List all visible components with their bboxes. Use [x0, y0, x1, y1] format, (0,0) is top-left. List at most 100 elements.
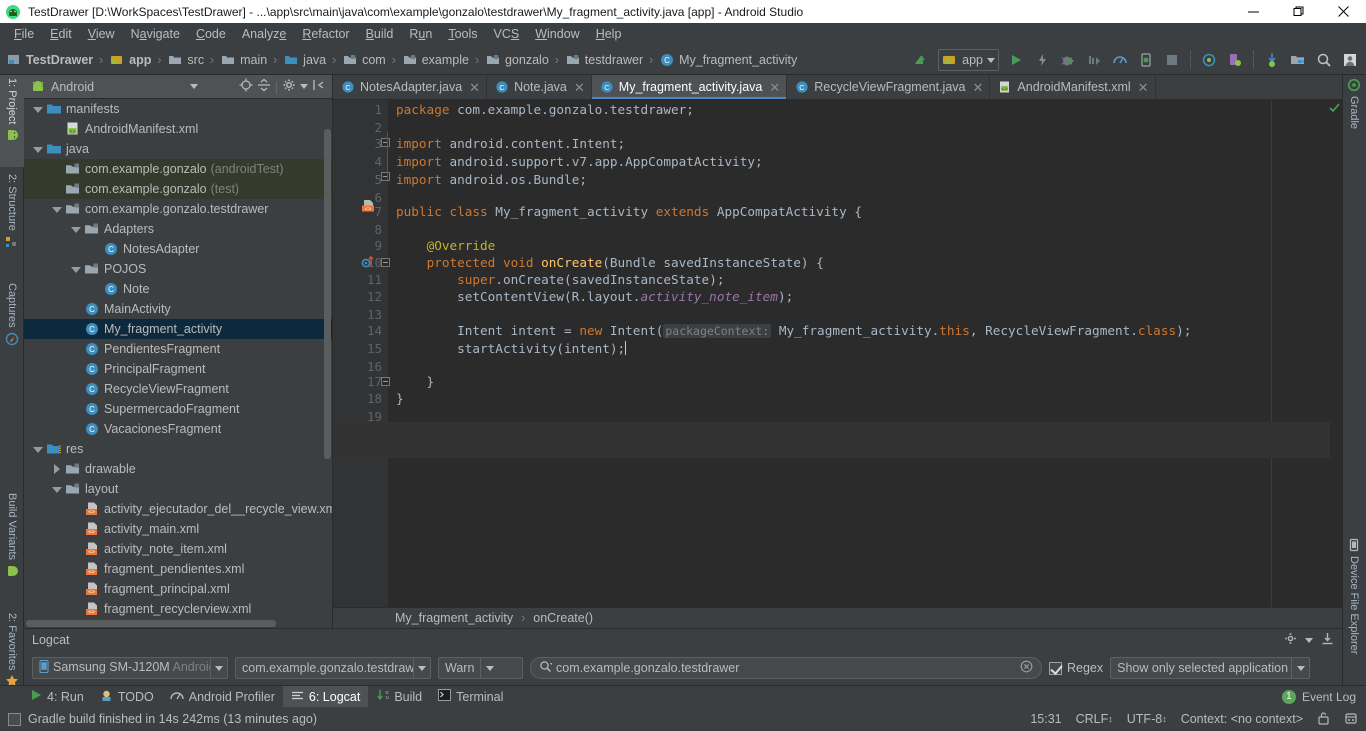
menu-refactor[interactable]: Refactor [294, 25, 357, 43]
gear-icon[interactable] [1284, 632, 1297, 648]
breadcrumb-item-com[interactable]: com [342, 52, 386, 68]
tree-node[interactable]: java [24, 139, 332, 159]
tree-node[interactable]: CNote [24, 279, 332, 299]
stop-icon[interactable] [1160, 48, 1184, 72]
log-level-selector[interactable]: Warn [438, 657, 523, 679]
lock-icon[interactable] [1317, 711, 1330, 728]
minimize-button[interactable] [1231, 0, 1276, 23]
checkbox-icon[interactable] [1049, 662, 1062, 675]
editor-tab-notesadapter[interactable]: C NotesAdapter.java ✕ [333, 75, 487, 99]
tree-toggle-arrow-icon[interactable] [51, 204, 62, 215]
tree-toggle-arrow-icon[interactable] [32, 444, 43, 455]
tree-toggle-arrow-icon[interactable] [70, 224, 81, 235]
close-icon[interactable]: ✕ [973, 81, 984, 94]
editor-tab-recycleviewfragment[interactable]: C RecycleViewFragment.java ✕ [787, 75, 990, 99]
sidebar-item-build-variants[interactable]: Build Variants [0, 490, 24, 610]
project-tree[interactable]: manifests<>AndroidManifest.xmljavacom.ex… [24, 99, 332, 628]
breadcrumb-item-testdrawer[interactable]: testdrawer [565, 52, 643, 68]
tree-node[interactable]: layout [24, 479, 332, 499]
toolwindow-run[interactable]: 4: Run [22, 686, 92, 708]
chevron-down-icon[interactable] [190, 84, 198, 89]
breadcrumb-class[interactable]: My_fragment_activity [395, 611, 513, 625]
close-button[interactable] [1321, 0, 1366, 23]
toolwindow-logcat[interactable]: 6: Logcat [283, 686, 368, 708]
sidebar-item-project[interactable]: 1: Project [0, 75, 24, 167]
toolwindow-build[interactable]: 0110 Build [368, 686, 430, 708]
close-icon[interactable]: ✕ [574, 81, 585, 94]
user-account-icon[interactable] [1338, 48, 1362, 72]
breadcrumb-item-gonzalo[interactable]: gonzalo [485, 52, 549, 68]
menu-run[interactable]: Run [401, 25, 440, 43]
tree-node[interactable]: <>fragment_recyclerview.xml [24, 599, 332, 619]
sidebar-item-device-file-explorer[interactable]: Device File Explorer [1342, 535, 1366, 680]
sidebar-item-gradle[interactable]: Gradle [1342, 75, 1366, 153]
run-icon[interactable] [1004, 48, 1028, 72]
chevron-down-icon[interactable] [1291, 658, 1309, 678]
tree-node[interactable]: com.example.gonzalo(test) [24, 179, 332, 199]
menu-navigate[interactable]: Navigate [123, 25, 188, 43]
chevron-down-icon[interactable] [1305, 638, 1313, 643]
breadcrumb-item-app[interactable]: app [109, 52, 151, 68]
tree-toggle-arrow-icon[interactable] [70, 264, 81, 275]
tree-node[interactable]: res [24, 439, 332, 459]
tree-toggle-arrow-icon[interactable] [51, 484, 62, 495]
chevron-down-icon[interactable] [300, 84, 308, 89]
tree-toggle-arrow-icon[interactable] [32, 104, 43, 115]
code-lines[interactable]: package com.example.gonzalo.testdrawer; … [388, 100, 1342, 607]
tree-toggle-arrow-icon[interactable] [51, 464, 62, 475]
inspector-icon[interactable] [1344, 711, 1358, 728]
close-icon[interactable]: ✕ [1138, 81, 1149, 94]
tree-node[interactable]: CNotesAdapter [24, 239, 332, 259]
breadcrumb-method[interactable]: onCreate() [533, 611, 593, 625]
tree-node[interactable]: CRecycleViewFragment [24, 379, 332, 399]
sidebar-item-structure[interactable]: 2: Structure [0, 171, 24, 276]
update-project-icon[interactable] [909, 48, 933, 72]
tree-node[interactable]: Adapters [24, 219, 332, 239]
encoding-indicator[interactable]: UTF-8↕ [1127, 712, 1167, 726]
tree-node[interactable]: <>fragment_principal.xml [24, 579, 332, 599]
editor-gutter[interactable]: 12345678910111213141516171819 <> [333, 100, 388, 607]
debug-icon[interactable] [1056, 48, 1080, 72]
override-method-gutter-icon[interactable] [361, 255, 377, 272]
background-task-icon[interactable] [8, 713, 21, 726]
chevron-down-icon[interactable] [480, 658, 498, 678]
toolwindow-android-profiler[interactable]: Android Profiler [162, 686, 283, 708]
close-icon[interactable]: ✕ [469, 81, 480, 94]
menu-analyze[interactable]: Analyze [234, 25, 294, 43]
editor-tab-note[interactable]: C Note.java ✕ [487, 75, 592, 99]
target-icon[interactable] [239, 78, 253, 95]
tree-node[interactable]: com.example.gonzalo.testdrawer [24, 199, 332, 219]
menu-build[interactable]: Build [358, 25, 402, 43]
process-selector[interactable]: com.example.gonzalo.testdraw [235, 657, 431, 679]
menu-vcs[interactable]: VCS [486, 25, 528, 43]
device-selector[interactable]: Samsung SM-J120M Android [32, 657, 228, 679]
tree-node[interactable]: CPrincipalFragment [24, 359, 332, 379]
run-configuration-selector[interactable]: app [938, 49, 999, 71]
close-icon[interactable]: ✕ [769, 81, 780, 94]
collapse-all-icon[interactable] [257, 78, 271, 95]
project-view-selector[interactable]: Android [51, 80, 94, 94]
tree-node[interactable]: <>activity_main.xml [24, 519, 332, 539]
chevron-down-icon[interactable] [210, 658, 227, 678]
breadcrumb-item-class[interactable]: C My_fragment_activity [659, 52, 797, 68]
attach-debugger-icon[interactable] [1134, 48, 1158, 72]
menu-file[interactable]: File [6, 25, 42, 43]
run-profiler-icon[interactable] [1082, 48, 1106, 72]
menu-tools[interactable]: Tools [440, 25, 485, 43]
tree-node[interactable]: <>activity_note_item.xml [24, 539, 332, 559]
run-class-gutter-icon[interactable]: <> [361, 199, 375, 216]
maximize-button[interactable] [1276, 0, 1321, 23]
tree-node[interactable]: CMy_fragment_activity [24, 319, 332, 339]
clear-icon[interactable] [1020, 660, 1033, 676]
editor-tab-androidmanifest[interactable]: <> AndroidManifest.xml ✕ [990, 75, 1155, 99]
event-log-label[interactable]: Event Log [1302, 690, 1356, 704]
search-everywhere-icon[interactable] [1312, 48, 1336, 72]
tree-node[interactable]: <>AndroidManifest.xml [24, 119, 332, 139]
menu-window[interactable]: Window [527, 25, 587, 43]
toolwindow-terminal[interactable]: Terminal [430, 686, 511, 708]
tree-node[interactable]: <>fragment_pendientes.xml [24, 559, 332, 579]
menu-edit[interactable]: Edit [42, 25, 80, 43]
chevron-down-icon[interactable] [987, 58, 995, 63]
breadcrumb-item-src[interactable]: src [167, 52, 204, 68]
tree-toggle-arrow-icon[interactable] [32, 144, 43, 155]
